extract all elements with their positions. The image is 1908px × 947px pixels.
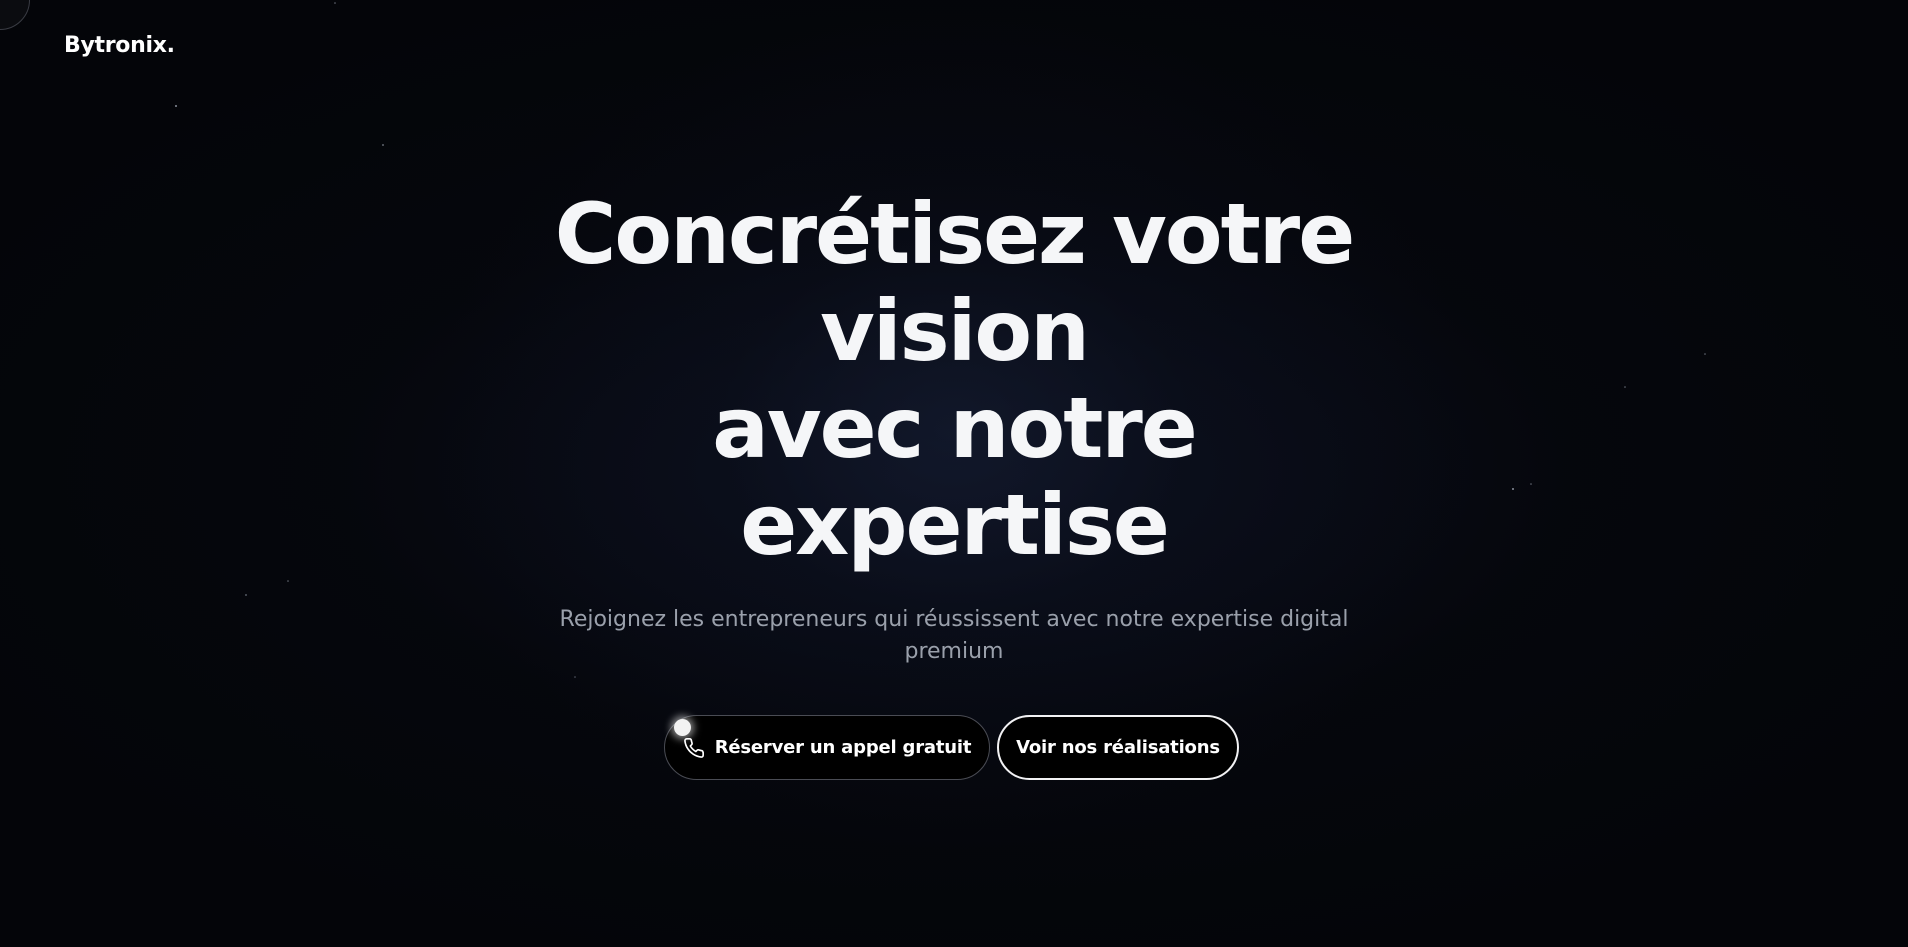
star	[334, 2, 336, 4]
hero-title-line: avec notre	[712, 379, 1198, 477]
star	[1624, 386, 1626, 388]
hero-title: Concrétisez votre vision avec notre expe…	[454, 186, 1454, 574]
star	[287, 580, 289, 582]
cursor-follower-circle	[0, 0, 30, 30]
brand-logo[interactable]: Bytronix.	[64, 33, 175, 58]
hero-title-line: Concrétisez votre	[554, 185, 1355, 283]
star	[1704, 353, 1706, 355]
hero-subtitle: Rejoignez les entrepreneurs qui réussiss…	[454, 604, 1454, 668]
hero-subtitle-line: Rejoignez les entrepreneurs qui réussiss…	[559, 607, 1349, 632]
star	[175, 105, 177, 107]
star	[1530, 483, 1532, 485]
glow-dot	[674, 719, 691, 736]
book-call-button[interactable]: Réserver un appel gratuit	[664, 715, 990, 780]
hero-title-line: vision	[820, 282, 1090, 380]
star	[1512, 488, 1514, 490]
hero-subtitle-line: premium	[904, 639, 1004, 664]
star	[574, 676, 576, 678]
star	[245, 594, 247, 596]
view-portfolio-button[interactable]: Voir nos réalisations	[997, 715, 1239, 780]
phone-icon	[683, 737, 704, 758]
book-call-label: Réserver un appel gratuit	[714, 737, 972, 758]
cta-row: Réserver un appel gratuit Voir nos réali…	[664, 715, 1264, 780]
hero-section: Concrétisez votre vision avec notre expe…	[454, 186, 1454, 574]
view-portfolio-label: Voir nos réalisations	[1016, 737, 1220, 758]
hero-title-line: expertise	[740, 476, 1170, 574]
star	[382, 144, 384, 146]
